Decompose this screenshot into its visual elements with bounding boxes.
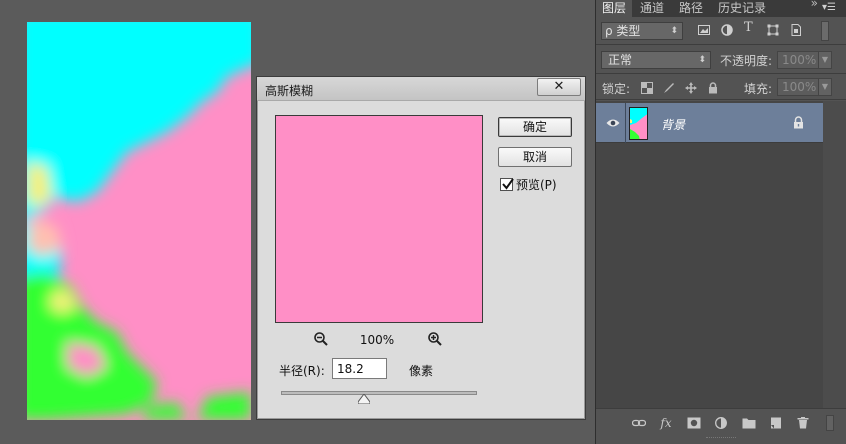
layer-list-scrollbar[interactable] bbox=[823, 101, 846, 408]
lock-pixels-icon[interactable] bbox=[663, 82, 675, 94]
select-arrow-icon: ⬍ bbox=[698, 55, 706, 65]
close-button[interactable]: ✕ bbox=[537, 78, 581, 96]
layer-row-background[interactable]: 背景 bbox=[596, 103, 823, 143]
dialog-title: 高斯模糊 bbox=[265, 84, 314, 98]
zoom-level: 100% bbox=[359, 333, 395, 347]
new-layer-icon[interactable] bbox=[769, 417, 783, 429]
layer-actions-bar: fx bbox=[596, 408, 846, 436]
opacity-input[interactable]: 100% bbox=[777, 51, 819, 69]
lock-row: 锁定: 填充: 100% ▼ bbox=[596, 75, 846, 100]
radius-label: 半径(R): bbox=[279, 364, 325, 378]
fx-icon[interactable]: fx bbox=[659, 417, 673, 429]
gaussian-blur-dialog: 高斯模糊 ✕ 100% 确定 取消 预览(P) 半径(R): 像素 bbox=[256, 76, 586, 420]
radius-input[interactable] bbox=[332, 358, 387, 379]
add-mask-icon[interactable] bbox=[687, 417, 701, 429]
link-layers-icon[interactable] bbox=[631, 417, 647, 429]
layer-list: 背景 bbox=[596, 101, 846, 408]
zoom-controls: 100% bbox=[313, 331, 443, 349]
radius-unit: 像素 bbox=[409, 364, 434, 378]
blend-mode-label: 正常 bbox=[608, 53, 633, 67]
select-arrow-icon: ⬍ bbox=[670, 26, 678, 36]
tab-layers[interactable]: 图层 bbox=[596, 0, 633, 17]
canvas-document[interactable] bbox=[27, 22, 251, 420]
preview-label: 预览(P) bbox=[516, 178, 557, 192]
delete-layer-icon[interactable] bbox=[796, 417, 810, 429]
zoom-out-icon[interactable] bbox=[313, 331, 329, 347]
opacity-dropdown-icon[interactable]: ▼ bbox=[818, 51, 832, 69]
dialog-titlebar[interactable]: 高斯模糊 ✕ bbox=[257, 77, 585, 101]
opacity-label: 不透明度: bbox=[720, 54, 773, 68]
lock-all-icon[interactable] bbox=[707, 82, 719, 94]
collapse-icon[interactable]: » bbox=[811, 0, 818, 10]
canvas-image bbox=[27, 22, 251, 420]
layer-filter-select[interactable]: ρ 类型 ⬍ bbox=[601, 22, 683, 40]
layer-lock-icon bbox=[793, 116, 804, 129]
fill-dropdown-icon[interactable]: ▼ bbox=[818, 78, 832, 96]
fill-input[interactable]: 100% bbox=[777, 78, 819, 96]
adjustment-layer-icon[interactable] bbox=[714, 417, 728, 429]
adjustment-filter-icon[interactable] bbox=[721, 24, 733, 36]
layers-panel: 图层 通道 路径 历史记录 » ▾☰ ρ 类型 ⬍ T 正常 ⬍ 不透明度: 1… bbox=[595, 0, 846, 444]
panel-menu-icon[interactable]: ▾☰ bbox=[820, 2, 836, 14]
visibility-eye-icon[interactable] bbox=[606, 117, 620, 127]
blur-preview[interactable] bbox=[275, 115, 483, 323]
lock-transparency-icon[interactable] bbox=[641, 82, 653, 94]
preview-checkbox-row[interactable]: 预览(P) bbox=[500, 176, 557, 192]
tab-history[interactable]: 历史记录 bbox=[712, 0, 772, 17]
resize-handle[interactable] bbox=[826, 415, 834, 431]
shape-filter-icon[interactable] bbox=[767, 24, 779, 36]
fill-label: 填充: bbox=[744, 82, 773, 96]
panel-grip[interactable] bbox=[706, 437, 736, 441]
image-filter-icon[interactable] bbox=[698, 24, 710, 36]
ok-button[interactable]: 确定 bbox=[498, 117, 572, 137]
filter-row: ρ 类型 ⬍ T bbox=[596, 17, 846, 45]
smart-object-filter-icon[interactable] bbox=[790, 24, 802, 36]
filter-select-label: ρ 类型 bbox=[605, 24, 641, 38]
checkmark-icon bbox=[502, 178, 514, 190]
type-filter-icon[interactable]: T bbox=[744, 21, 756, 34]
lock-position-icon[interactable] bbox=[685, 82, 697, 94]
layer-thumbnail bbox=[629, 107, 648, 140]
radius-slider[interactable] bbox=[281, 391, 477, 395]
tab-paths[interactable]: 路径 bbox=[673, 0, 709, 17]
blend-mode-select[interactable]: 正常 ⬍ bbox=[601, 51, 711, 69]
radius-slider-handle[interactable] bbox=[357, 393, 371, 405]
new-group-icon[interactable] bbox=[742, 417, 756, 429]
panel-tabs: 图层 通道 路径 历史记录 » ▾☰ bbox=[596, 0, 846, 17]
lock-label: 锁定: bbox=[602, 82, 631, 96]
preview-checkbox[interactable] bbox=[500, 178, 514, 191]
zoom-in-icon[interactable] bbox=[427, 331, 443, 347]
layer-name: 背景 bbox=[661, 118, 686, 132]
filter-toggle[interactable] bbox=[821, 21, 829, 41]
blend-row: 正常 ⬍ 不透明度: 100% ▼ bbox=[596, 46, 846, 74]
layer-divider bbox=[625, 103, 626, 143]
tab-channels[interactable]: 通道 bbox=[634, 0, 670, 17]
cancel-button[interactable]: 取消 bbox=[498, 147, 572, 167]
